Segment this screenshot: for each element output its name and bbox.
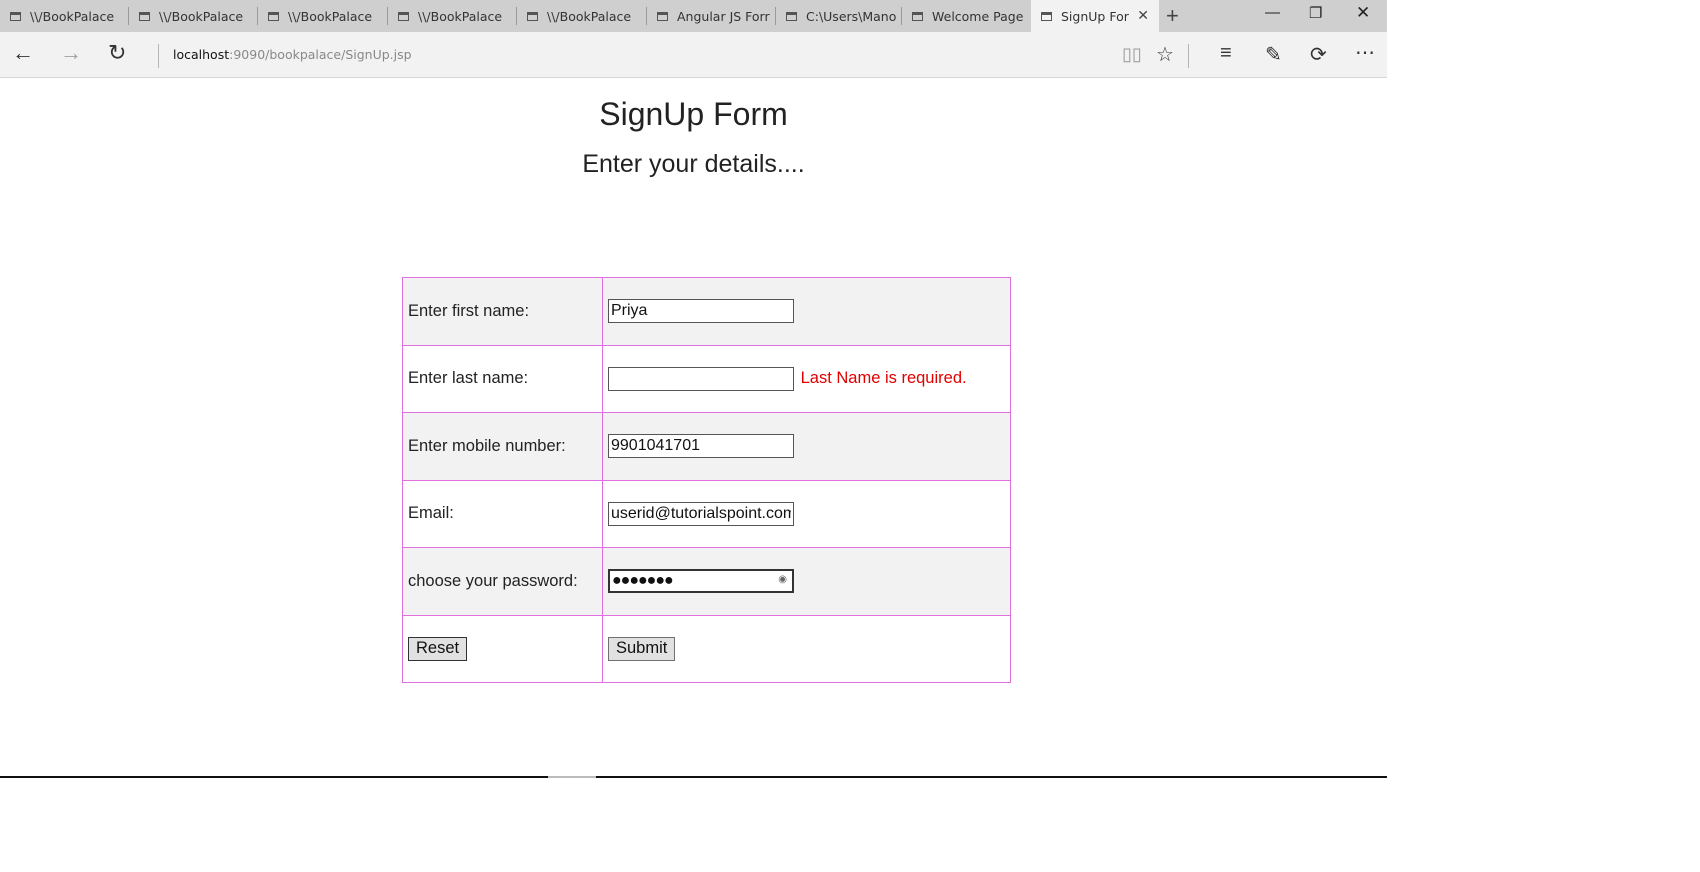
- submit-button[interactable]: Submit: [608, 636, 676, 661]
- page-icon: [527, 11, 538, 21]
- password-label: choose your password:: [402, 547, 603, 616]
- scroll-indicator: [548, 776, 596, 778]
- tab-label: \\/BookPalace: [418, 8, 503, 24]
- reset-button[interactable]: Reset: [408, 636, 468, 661]
- address-separator: [158, 44, 159, 68]
- address-path: :9090/bookpalace/SignUp.jsp: [229, 47, 412, 62]
- tab-bookpalace-5[interactable]: \\/BookPalace: [517, 0, 645, 32]
- page-icon: [1041, 11, 1052, 21]
- page-title: SignUp Form: [599, 96, 788, 132]
- more-options-icon[interactable]: ⋯: [1355, 40, 1375, 65]
- page-icon: [657, 11, 668, 21]
- mobile-input[interactable]: [608, 434, 794, 459]
- browser-window: \\/BookPalace \\/BookPalace \\/BookPalac…: [0, 0, 1387, 779]
- reveal-password-eye-icon[interactable]: ◉: [778, 574, 787, 585]
- share-icon[interactable]: ⟳: [1310, 42, 1327, 67]
- page-icon: [10, 11, 21, 21]
- first-name-input[interactable]: [608, 299, 794, 324]
- tab-label: SignUp For: [1061, 8, 1129, 24]
- toolbar-separator: [1188, 44, 1189, 68]
- tab-label: \\/BookPalace: [288, 8, 373, 24]
- signup-form-table: Enter first name: Enter last name: Last …: [402, 277, 1011, 683]
- minimize-icon[interactable]: —: [1265, 4, 1280, 21]
- close-tab-icon[interactable]: ✕: [1137, 8, 1149, 24]
- page-subtitle: Enter your details....: [582, 150, 805, 178]
- tab-label: C:\Users\Mano: [806, 8, 897, 24]
- password-cell: ◉: [602, 547, 1011, 616]
- first-name-cell: [602, 277, 1011, 346]
- page-icon: [786, 11, 797, 21]
- email-cell: [602, 479, 1011, 548]
- forward-arrow-icon[interactable]: →: [60, 40, 82, 66]
- tab-local-file[interactable]: C:\Users\Mano: [776, 0, 900, 32]
- hub-icon[interactable]: ≡: [1220, 42, 1232, 65]
- last-name-cell: Last Name is required.: [602, 344, 1011, 413]
- page-icon: [912, 11, 923, 21]
- restore-icon[interactable]: ❐: [1309, 4, 1322, 22]
- email-label: Email:: [402, 479, 603, 548]
- last-name-label: Enter last name:: [402, 344, 603, 413]
- reset-cell: Reset: [402, 614, 603, 683]
- page-icon: [268, 11, 279, 21]
- password-row: choose your password: ◉: [402, 547, 1011, 616]
- reading-view-icon[interactable]: ▯▯: [1122, 44, 1142, 65]
- tab-bookpalace-2[interactable]: \\/BookPalace: [129, 0, 257, 32]
- buttons-row: Reset Submit: [402, 614, 1011, 683]
- tab-label: Welcome Page: [932, 8, 1024, 24]
- mobile-cell: [602, 412, 1011, 481]
- refresh-icon[interactable]: ↻: [108, 40, 126, 66]
- email-row: Email:: [402, 479, 1011, 548]
- tab-welcome-page[interactable]: Welcome Page: [902, 0, 1030, 32]
- tab-label: \\/BookPalace: [547, 8, 632, 24]
- page-icon: [398, 11, 409, 21]
- last-name-row: Enter last name: Last Name is required.: [402, 344, 1011, 413]
- tab-bookpalace-4[interactable]: \\/BookPalace: [388, 0, 516, 32]
- favorite-star-icon[interactable]: ☆: [1156, 42, 1174, 67]
- password-input[interactable]: [608, 569, 794, 594]
- last-name-error: Last Name is required.: [800, 369, 967, 388]
- tab-label: \\/BookPalace: [30, 8, 115, 24]
- new-tab-icon[interactable]: +: [1166, 3, 1179, 29]
- address-host: localhost: [173, 47, 230, 62]
- tab-label: Angular JS Forr: [677, 8, 770, 24]
- mobile-row: Enter mobile number:: [402, 412, 1011, 481]
- page-bottom-edge: [0, 776, 1387, 778]
- back-arrow-icon[interactable]: ←: [12, 40, 34, 66]
- address-bar[interactable]: localhost:9090/bookpalace/SignUp.jsp: [173, 47, 412, 62]
- tab-bookpalace-3[interactable]: \\/BookPalace: [258, 0, 386, 32]
- password-wrapper: ◉: [608, 569, 794, 594]
- tab-angular-js[interactable]: Angular JS Forr: [647, 0, 775, 32]
- tab-signup-active[interactable]: SignUp For ✕: [1031, 0, 1159, 32]
- tab-bar: \\/BookPalace \\/BookPalace \\/BookPalac…: [0, 0, 1387, 32]
- submit-cell: Submit: [602, 614, 1011, 683]
- page-icon: [139, 11, 150, 21]
- last-name-input[interactable]: [608, 366, 794, 391]
- tab-label: \\/BookPalace: [159, 8, 244, 24]
- close-window-icon[interactable]: ✕: [1356, 3, 1370, 23]
- first-name-label: Enter first name:: [402, 277, 603, 346]
- tab-bookpalace-1[interactable]: \\/BookPalace: [0, 0, 128, 32]
- email-input[interactable]: [608, 501, 794, 526]
- first-name-row: Enter first name:: [402, 277, 1011, 346]
- mobile-label: Enter mobile number:: [402, 412, 603, 481]
- web-note-icon[interactable]: ✎: [1265, 42, 1282, 67]
